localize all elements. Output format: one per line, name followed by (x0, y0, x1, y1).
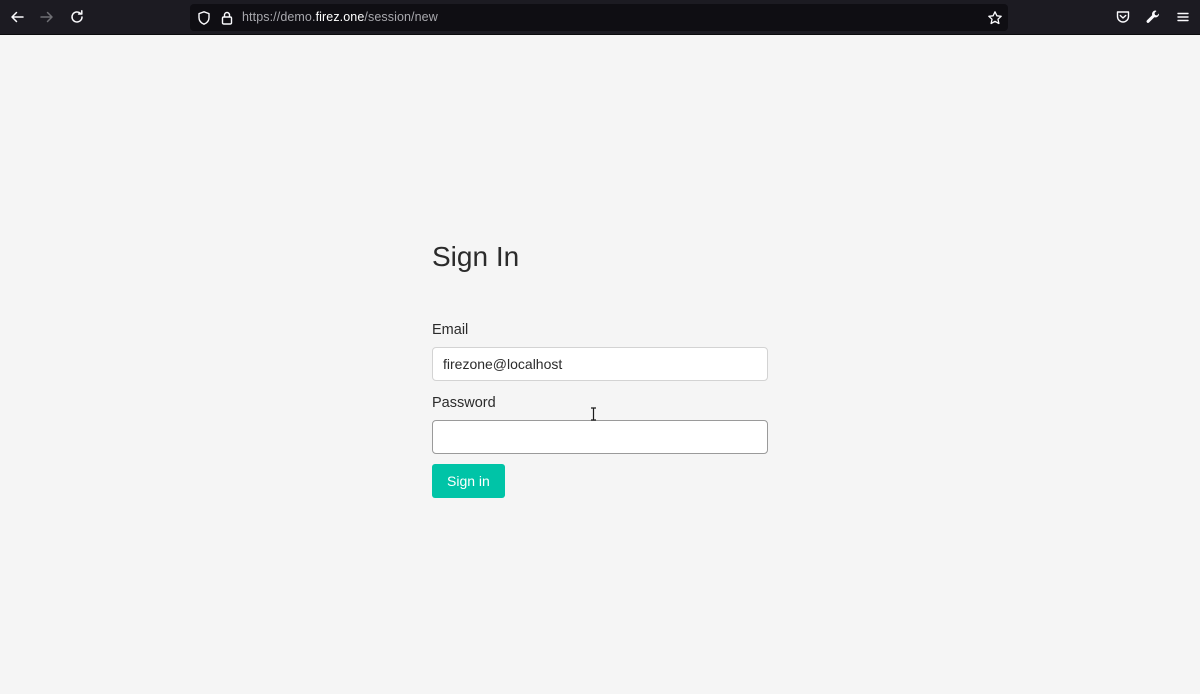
password-field[interactable] (432, 420, 768, 454)
star-icon[interactable] (987, 10, 1003, 26)
url-prefix: https://demo. (242, 10, 316, 24)
pocket-button[interactable] (1112, 6, 1134, 28)
arrow-left-icon (11, 11, 24, 23)
sign-in-form: Sign In Email Password Sign in (432, 239, 768, 498)
email-label: Email (432, 322, 469, 338)
url-host: firez.one (315, 10, 365, 24)
forward-button[interactable] (36, 6, 58, 28)
url-text[interactable]: https://demo.firez.one/session/new (242, 4, 438, 31)
text-cursor-icon (591, 407, 596, 421)
wrench-icon (1146, 10, 1160, 23)
url-bar[interactable]: https://demo.firez.one/session/new (190, 4, 1008, 31)
devtools-button[interactable] (1142, 6, 1164, 28)
email-field[interactable] (432, 347, 768, 381)
reload-button[interactable] (66, 6, 88, 28)
menu-button[interactable] (1172, 6, 1194, 28)
sign-in-button[interactable]: Sign in (432, 464, 505, 498)
browser-toolbar: https://demo.firez.one/session/new (0, 0, 1200, 35)
page-title: Sign In (432, 241, 520, 272)
shield-icon[interactable] (196, 10, 212, 26)
url-path: /session/new (364, 10, 438, 24)
lock-icon[interactable] (219, 10, 235, 26)
pocket-icon (1116, 11, 1130, 23)
hamburger-menu-icon (1177, 12, 1189, 22)
arrow-right-icon (40, 11, 53, 23)
back-button[interactable] (6, 6, 28, 28)
page-content: Sign In Email Password Sign in (0, 35, 1200, 694)
password-label: Password (432, 395, 496, 411)
reload-icon (71, 10, 83, 23)
